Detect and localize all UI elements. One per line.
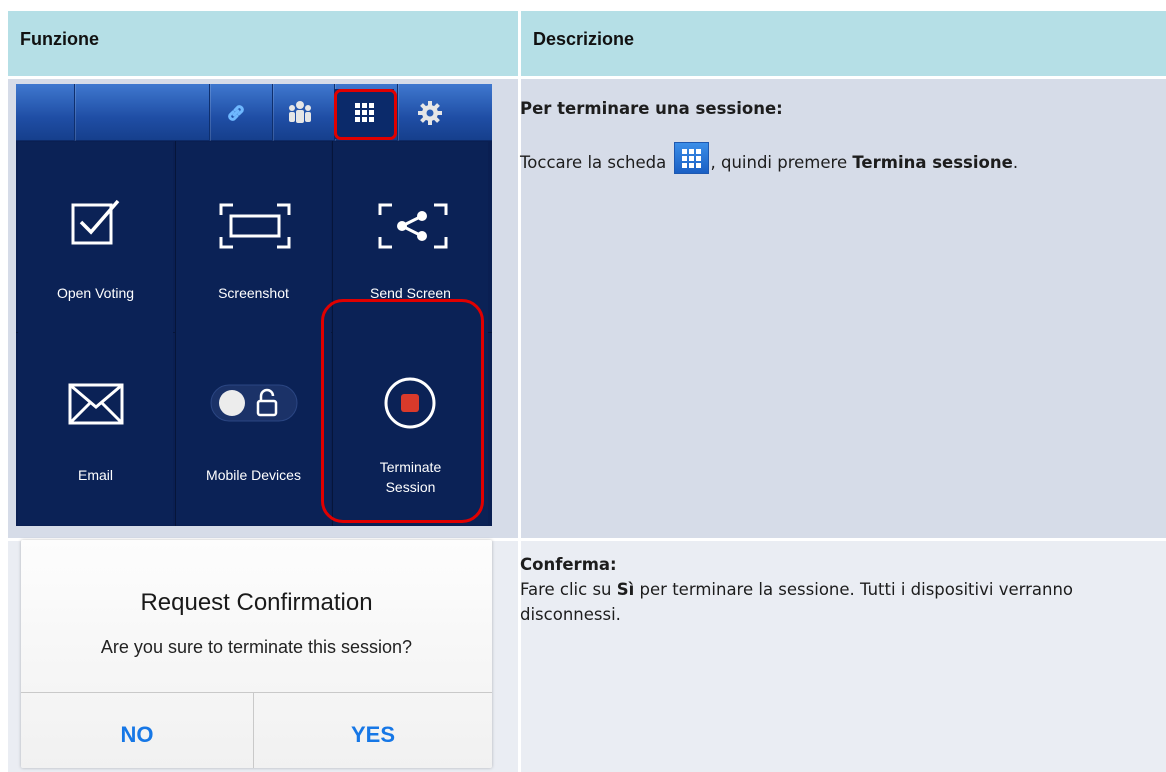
row2-description: Conferma: Fare clic su Sì per terminare … — [520, 552, 1150, 627]
cropped-caption — [0, 0, 1166, 10]
header-function: Funzione — [8, 11, 518, 76]
toolbar-divider — [74, 84, 75, 141]
row2-title: Conferma: — [520, 555, 617, 574]
row2-text-before: Fare clic su — [520, 580, 617, 599]
menu-item-screenshot[interactable]: Screenshot — [176, 142, 331, 334]
menu-item-label: Mobile Devices — [206, 467, 301, 483]
menu-item-open-voting[interactable]: Open Voting — [18, 142, 173, 334]
menu-item-label: Screenshot — [218, 285, 289, 301]
no-button[interactable]: NO — [21, 692, 253, 768]
menu-item-mobile-devices[interactable]: Mobile Devices — [176, 333, 331, 525]
dialog-title: Request Confirmation — [140, 589, 373, 616]
toolbar-divider — [209, 84, 210, 141]
link-icon[interactable] — [220, 98, 252, 128]
screenshot-frame-icon — [219, 203, 291, 249]
share-screen-icon — [378, 203, 448, 249]
grid-tab-icon — [673, 142, 709, 174]
row2-text: Fare clic su Sì per terminare la session… — [520, 577, 1150, 627]
session-menu-screenshot: Open Voting Screenshot Send Screen Email — [16, 84, 492, 526]
menu-toolbar — [16, 84, 492, 141]
participants-icon[interactable] — [284, 98, 316, 128]
row1-text: Toccare la scheda , quindi premere Termi… — [520, 142, 1150, 176]
menu-item-email[interactable]: Email — [18, 333, 173, 525]
row1-text-bold: Termina sessione — [852, 153, 1013, 172]
confirmation-dialog: Request Confirmation Are you sure to ter… — [21, 540, 492, 768]
row1-title: Per terminare una sessione: — [520, 99, 783, 118]
menu-item-label: Open Voting — [56, 285, 135, 301]
row1-text-middle: , quindi premere — [710, 153, 853, 172]
yes-button[interactable]: YES — [254, 692, 492, 768]
toolbar-divider — [272, 84, 273, 141]
checkbox-icon — [71, 199, 120, 245]
toolbar-divider — [397, 84, 398, 141]
lock-toggle-icon — [210, 384, 298, 422]
header-description: Descrizione — [521, 11, 1166, 76]
envelope-icon — [68, 383, 124, 425]
row1-text-end: . — [1012, 153, 1019, 172]
row1-description: Per terminare una sessione: Toccare la s… — [520, 96, 1150, 176]
dialog-message: Are you sure to terminate this session? — [100, 637, 413, 657]
terminate-session-highlight — [321, 299, 484, 523]
row1-text-before: Toccare la scheda — [520, 153, 667, 172]
menu-item-label: Email — [77, 467, 113, 483]
row2-text-bold: Sì — [616, 580, 635, 599]
grid-tab-highlight — [334, 89, 397, 140]
gear-icon[interactable] — [414, 98, 446, 128]
